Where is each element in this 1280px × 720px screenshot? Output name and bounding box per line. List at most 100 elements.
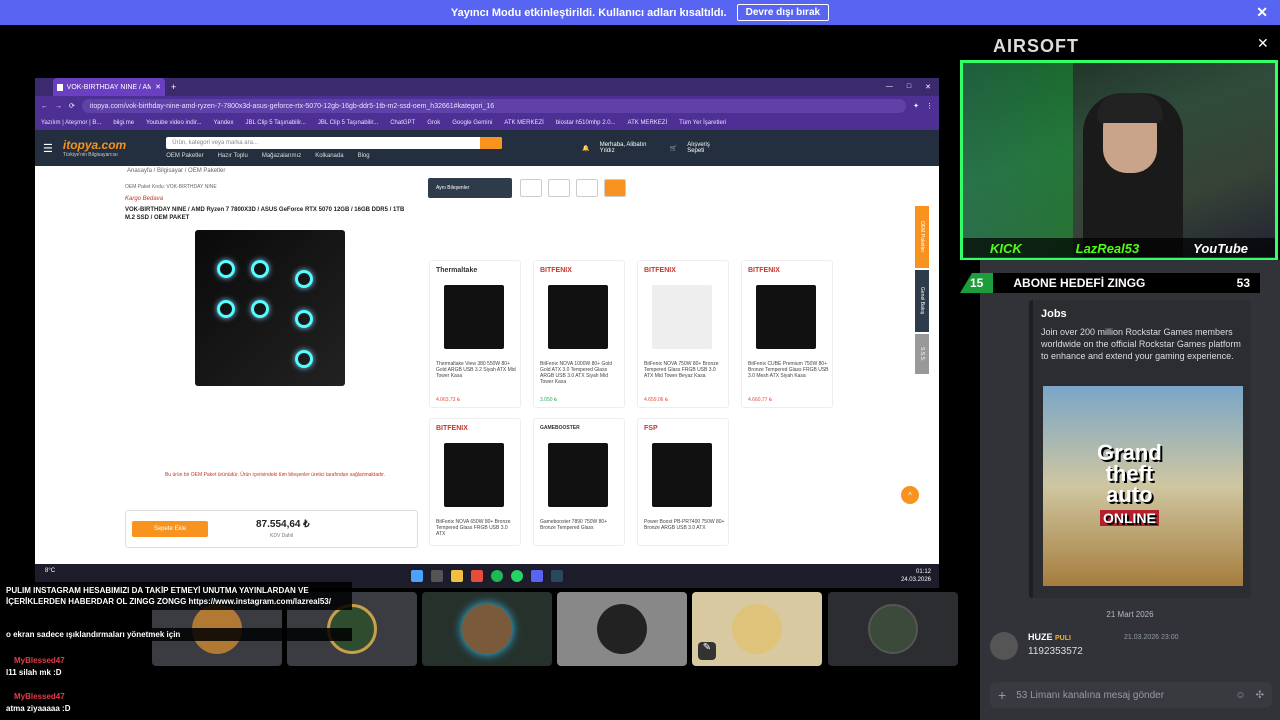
tab-psu-icon[interactable] (604, 179, 626, 197)
search-icon[interactable] (431, 570, 443, 582)
cart-icon[interactable]: 🛒 (670, 145, 677, 152)
account-link[interactable]: Merhaba, Alibatın Yıldız (600, 142, 660, 154)
menu-icon[interactable]: ☰ (43, 142, 53, 155)
add-attachment-icon[interactable]: + (998, 687, 1006, 703)
browser-tab[interactable]: VOK-BIRTHDAY NINE / AMD R... ✕ (53, 78, 165, 96)
bell-icon[interactable]: 🔔 (582, 145, 589, 152)
link-embed[interactable]: Jobs Join over 200 million Rockstar Game… (1029, 300, 1251, 598)
author-tag: PULI (1055, 635, 1071, 642)
product-brand: Thermaltake (436, 267, 478, 274)
product-card[interactable]: BITFENIX BitFenix NOVA 750W 80+ Bronze T… (637, 260, 729, 408)
bookmark-item[interactable]: Google Gemini (452, 120, 492, 126)
product-brand: BITFENIX (436, 425, 468, 432)
nav-item[interactable]: OEM Paketler (166, 153, 203, 159)
avatar[interactable] (990, 632, 1018, 660)
bookmark-item[interactable]: biostar h510mhp 2.0... (556, 120, 616, 126)
participant-tile[interactable] (422, 592, 552, 666)
bookmark-item[interactable]: Yandex (214, 120, 234, 126)
discord-chat-panel: Jobs Join over 200 million Rockstar Game… (980, 260, 1280, 720)
avatar (462, 604, 512, 654)
embed-image[interactable]: Grand theft auto ONLINE (1043, 386, 1243, 586)
minimize-icon[interactable]: — (886, 83, 893, 91)
browser-menu-icon[interactable]: ⋮ (926, 102, 933, 110)
tab-case-icon[interactable] (520, 179, 542, 197)
whatsapp-icon[interactable] (511, 570, 523, 582)
side-tab-oem[interactable]: OEM Paketler (915, 206, 929, 268)
nav-item[interactable]: Blog (358, 153, 370, 159)
gta-line: Grand (1097, 440, 1162, 465)
participant-tile[interactable]: ✎ (692, 592, 822, 666)
message-input[interactable]: + 53 Limanı kanalına mesaj gönder ☺ ✣ (990, 682, 1272, 708)
product-brand: BITFENIX (748, 267, 780, 274)
product-brand: BITFENIX (644, 267, 676, 274)
chrome-icon[interactable] (471, 570, 483, 582)
url-input[interactable]: itopya.com/vok-birthday-nine-amd-ryzen-7… (81, 99, 907, 113)
message-author[interactable]: HUZE PULI (1028, 632, 1071, 642)
window-close-icon[interactable]: ✕ (925, 83, 931, 91)
bookmark-item[interactable]: Yazılım | Ateşmor | B... (41, 120, 101, 126)
product-image[interactable] (195, 230, 345, 386)
product-card[interactable]: BITFENIX BitFenix NOVA 1000W 80+ Gold Go… (533, 260, 625, 408)
weather-widget[interactable]: 8°C (45, 568, 55, 574)
cart-link[interactable]: Alışveriş Sepeti (687, 142, 723, 154)
streamer-hair (1097, 93, 1163, 123)
system-clock[interactable]: 01:12 24.03.2026 (901, 568, 931, 584)
new-tab-icon[interactable]: + (171, 82, 176, 92)
back-icon[interactable]: ← (41, 103, 48, 110)
disable-streamer-mode-button[interactable]: Devre dışı bırak (736, 4, 830, 21)
price-tax-note: KDV Dahil (270, 533, 294, 539)
close-icon[interactable]: ✕ (1256, 4, 1268, 21)
product-card[interactable]: Thermaltake Thermaltake View 380 550W 80… (429, 260, 521, 408)
bookmark-item[interactable]: ATK MERKEZİ (628, 120, 668, 126)
bookmark-item[interactable]: ChatGPT (390, 120, 415, 126)
steam-icon[interactable] (551, 570, 563, 582)
bookmark-item[interactable]: Grok (427, 120, 440, 126)
site-header: ☰ itopya.com Türkiye'nin Bilgisayarcısı … (35, 130, 939, 166)
extensions-icon[interactable]: ✦ (913, 102, 919, 110)
product-card[interactable]: GAMEBOOSTER Gamebooster 7890 750W 80+ Br… (533, 418, 625, 546)
bookmark-item[interactable]: JBL Clip 5 Taşınabilir... (318, 120, 378, 126)
bookmark-item[interactable]: Tüm Yer İşaretleri (679, 120, 726, 126)
start-icon[interactable] (411, 570, 423, 582)
participant-tile[interactable] (828, 592, 958, 666)
tab-gpu-icon[interactable] (548, 179, 570, 197)
bookmark-item[interactable]: JBL Clip 5 Taşınabilir... (245, 120, 305, 126)
close-icon[interactable]: ✕ (1257, 35, 1269, 52)
add-to-cart-button[interactable]: Sepete Ekle (132, 521, 208, 537)
message-text: 1192353572 (1028, 646, 1083, 657)
bookmark-item[interactable]: Youtube video indir... (146, 120, 202, 126)
oem-notice: Bu ürün bir OEM Paket ürünüdür. Ürün içe… (164, 472, 386, 478)
nav-item[interactable]: Hazır Toplu (218, 153, 248, 159)
product-thumbnail (444, 285, 504, 349)
nav-item[interactable]: Mağazalarımız (262, 153, 301, 159)
muted-icon: ✎ (698, 642, 716, 660)
search-input[interactable]: Ürün, kategori veya marka ara... (166, 137, 503, 149)
product-card[interactable]: BITFENIX BitFenix CUBE Premium 750W 80+ … (741, 260, 833, 408)
forward-icon[interactable]: → (55, 103, 62, 110)
bookmark-item[interactable]: bilgi.me (113, 120, 134, 126)
product-card[interactable]: FSP Power Boost PB-PR7400 750W 80+ Bronz… (637, 418, 729, 546)
discord-icon[interactable] (531, 570, 543, 582)
embed-title[interactable]: Jobs (1041, 308, 1243, 320)
product-card[interactable]: BITFENIX BitFenix NOVA 650W 80+ Bronze T… (429, 418, 521, 546)
close-tab-icon[interactable]: ✕ (155, 83, 161, 91)
file-explorer-icon[interactable] (451, 570, 463, 582)
author-name: HUZE (1028, 632, 1053, 642)
maximize-icon[interactable]: □ (907, 83, 911, 91)
spotify-icon[interactable] (491, 570, 503, 582)
nav-item[interactable]: Kolkanada (315, 153, 343, 159)
tab-same-components[interactable]: Aynı Bileşenler (428, 178, 512, 198)
emoji-icon[interactable]: ☺ (1235, 690, 1245, 701)
reload-icon[interactable]: ⟳ (69, 102, 75, 110)
side-tab-overview[interactable]: Genel Bakış (915, 270, 929, 332)
bookmark-item[interactable]: ATK MERKEZİ (504, 120, 544, 126)
site-logo[interactable]: itopya.com (63, 138, 126, 152)
search-button[interactable] (480, 137, 503, 149)
scroll-top-button[interactable]: ^ (901, 486, 919, 504)
goal-current: 15 (970, 276, 984, 290)
side-tab-faq[interactable]: S.S.S. (915, 334, 929, 374)
breadcrumb[interactable]: Anasayfa / Bilgisayar / OEM Paketler (127, 168, 225, 174)
tab-ram-icon[interactable] (576, 179, 598, 197)
apps-icon[interactable]: ✣ (1256, 690, 1264, 701)
participant-tile[interactable] (557, 592, 687, 666)
